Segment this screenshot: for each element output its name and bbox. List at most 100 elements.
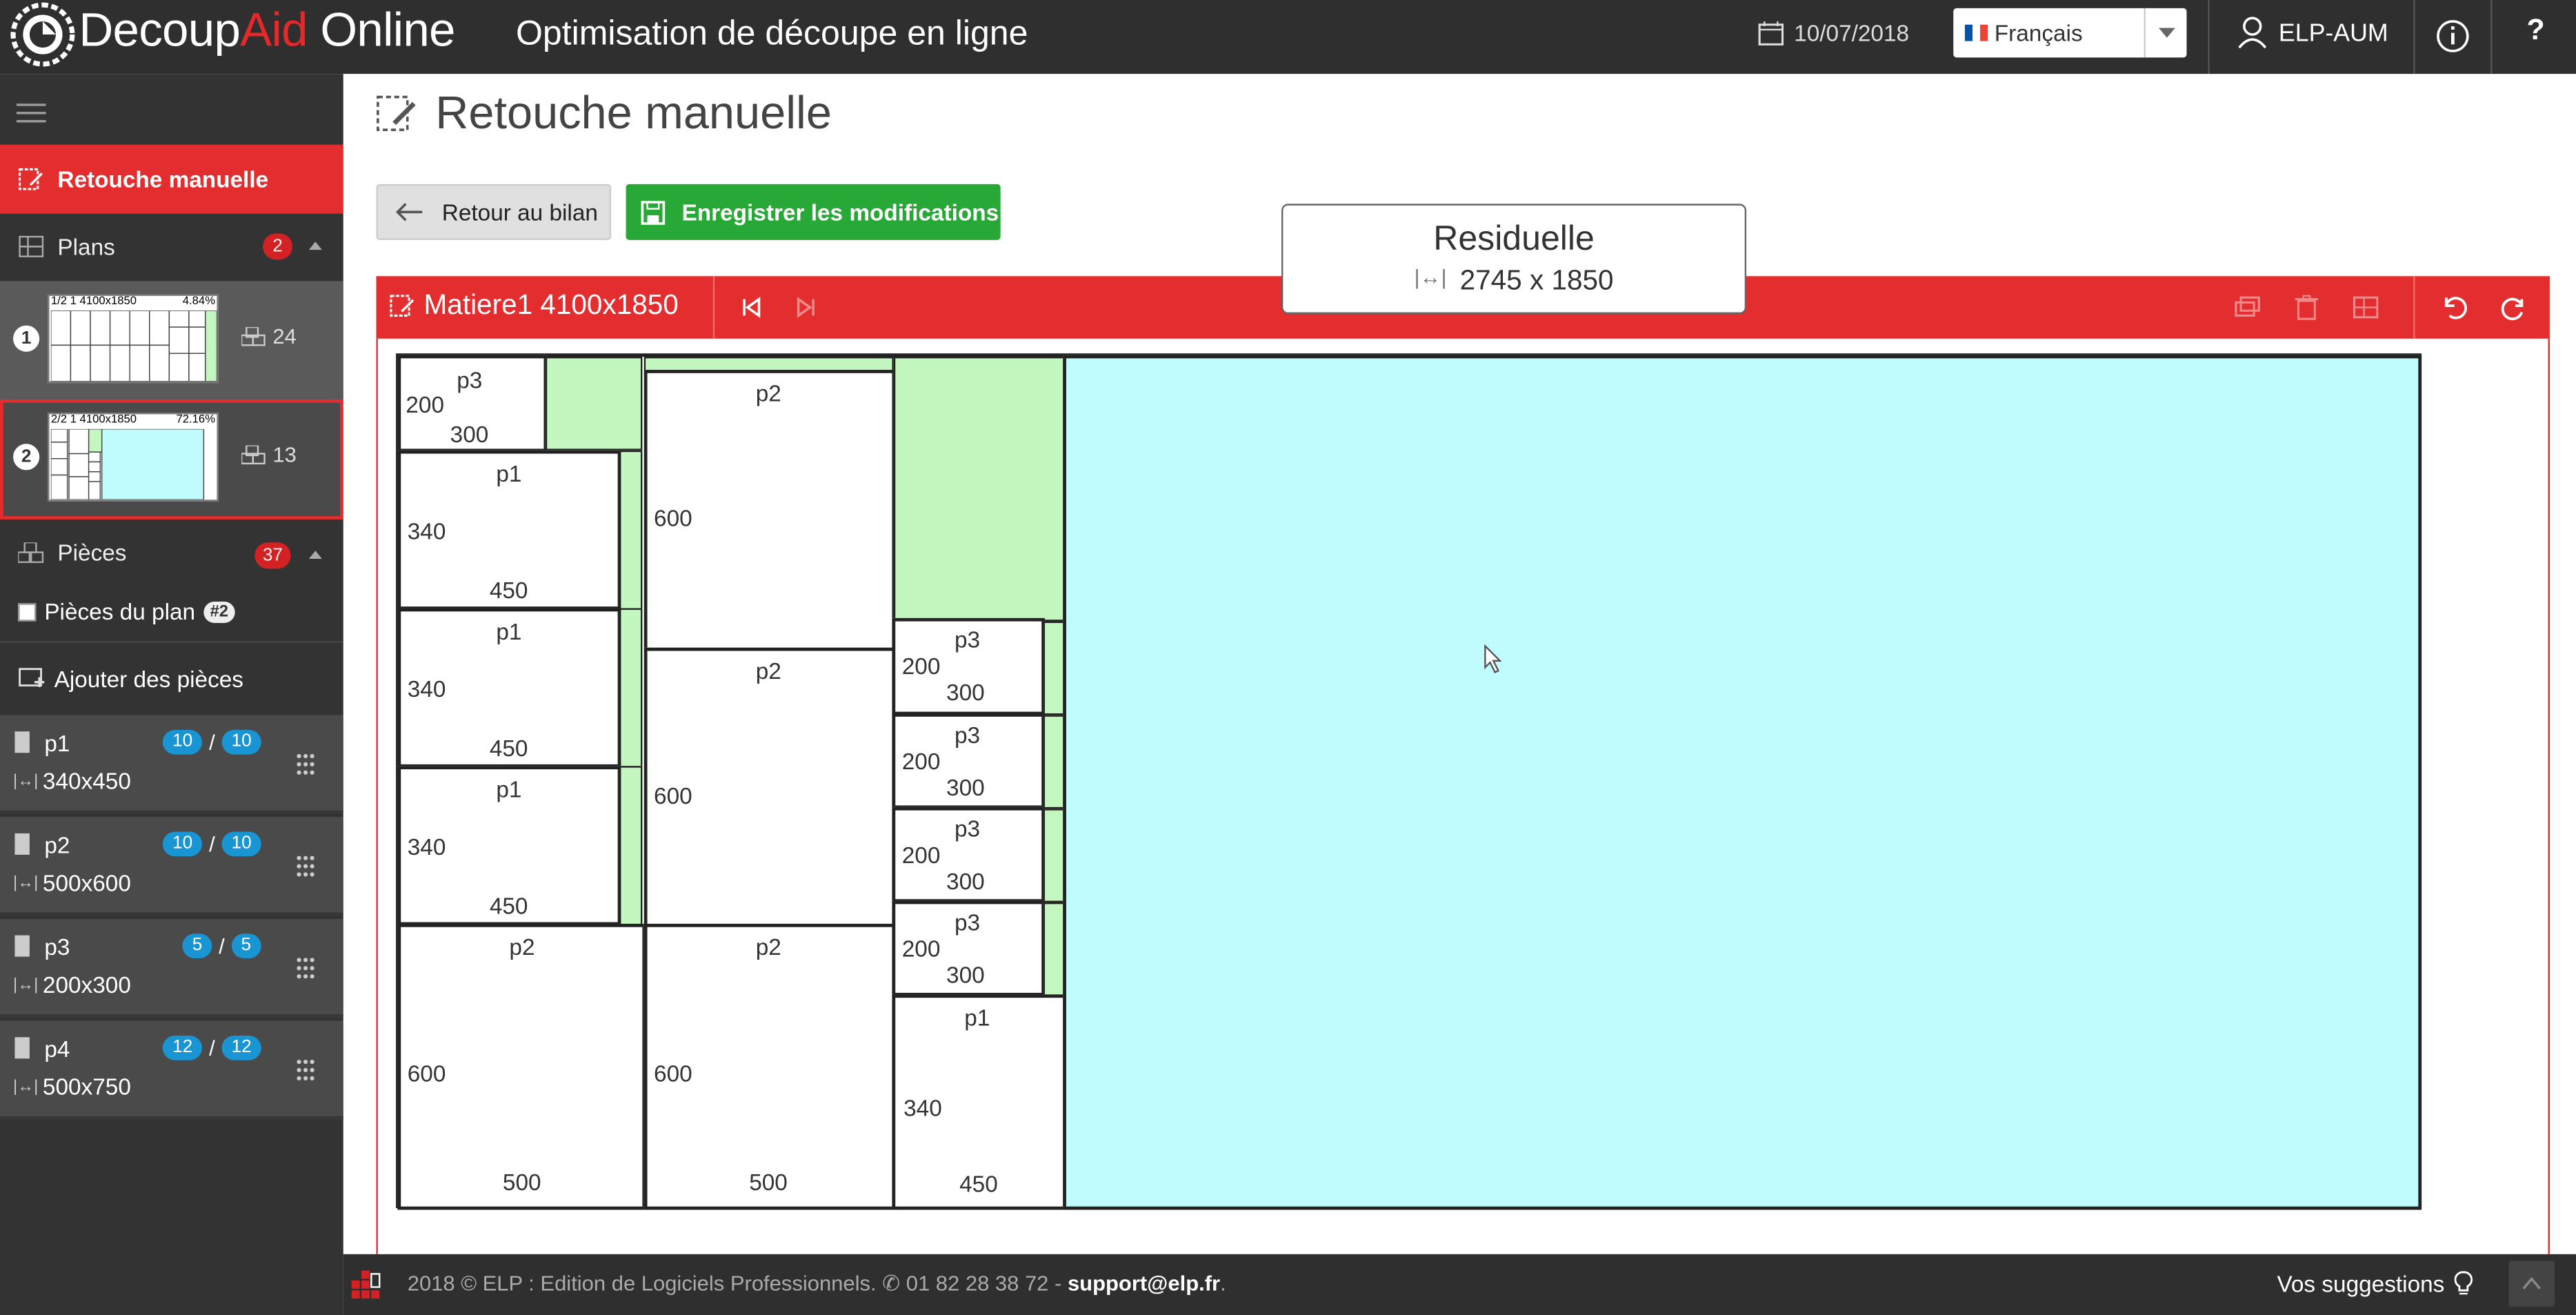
chevron-down-icon[interactable] xyxy=(2144,8,2187,58)
plan-thumbnail: 1/2 1 4100x1850 4.84% xyxy=(48,294,219,384)
suggestions-link[interactable]: Vos suggestions xyxy=(2277,1271,2473,1297)
info-icon[interactable] xyxy=(2431,14,2474,57)
trash-icon[interactable] xyxy=(2292,293,2322,322)
piece-height: 200 xyxy=(901,841,941,868)
material-title-text: Matiere1 4100x1850 xyxy=(423,289,679,321)
plan-pieces-checkbox[interactable] xyxy=(18,602,37,621)
cut-piece-p2[interactable]: p2 600 500 xyxy=(643,923,896,1210)
first-material-icon[interactable] xyxy=(736,293,766,322)
cut-piece-p3[interactable]: p3 200 300 xyxy=(892,807,1045,902)
cut-piece-p2[interactable]: p2 600 500 xyxy=(397,923,646,1210)
save-button[interactable]: Enregistrer les modifications xyxy=(626,184,1001,240)
plan-card-1[interactable]: 1 1/2 1 4100x1850 4.84% 24 xyxy=(0,281,343,402)
back-button-label: Retour au bilan xyxy=(441,199,598,226)
cut-piece-p2[interactable]: p2 600 xyxy=(643,647,896,927)
cutting-board: p3 200 300 p1 340 450 p1 340 450 p1 340 … xyxy=(396,353,2422,1210)
user-menu[interactable]: ELP-AUM xyxy=(2237,17,2388,50)
placed-badge: 10 xyxy=(162,831,203,857)
piece-item-p1[interactable]: p1 10/10 |↔| 340x450 xyxy=(0,715,343,814)
cutting-canvas: p3 200 300 p1 340 450 p1 340 450 p1 340 … xyxy=(376,338,2550,1254)
piece-icon xyxy=(14,731,30,753)
header-divider xyxy=(2208,0,2210,75)
piece-label: p3 xyxy=(954,815,981,842)
rotate-layout-icon[interactable] xyxy=(2351,293,2381,322)
pieces-section-header[interactable]: Pièces 37 xyxy=(0,520,343,585)
scrap-area xyxy=(1043,621,1065,715)
piece-width: 300 xyxy=(946,867,985,895)
material-title: Matiere1 4100x1850 xyxy=(390,289,679,322)
slash: / xyxy=(209,729,215,755)
piece-height: 200 xyxy=(406,391,445,418)
add-pieces-icon xyxy=(19,667,45,686)
pieces-label: Pièces xyxy=(57,539,127,566)
drag-handle-icon[interactable] xyxy=(296,855,316,878)
date-display: 10/07/2018 xyxy=(1758,20,1909,46)
scrap-area xyxy=(545,357,643,451)
footer: 2018 © ELP : Edition de Logiciels Profes… xyxy=(343,1254,2576,1315)
last-material-icon[interactable] xyxy=(792,293,821,322)
piece-width: 450 xyxy=(489,892,528,919)
refresh-icon[interactable] xyxy=(2499,293,2528,322)
collapse-icon[interactable] xyxy=(308,241,322,250)
plan-pieces-filter[interactable]: Pièces du plan #2 xyxy=(18,598,235,625)
phone-icon: ✆ xyxy=(882,1270,906,1296)
language-value: Français xyxy=(1994,19,2083,46)
brand-name[interactable]: DecoupAid Online xyxy=(79,5,455,59)
plan-card-2[interactable]: 2 2/2 1 4100x1850 72.16% 13 xyxy=(0,399,343,520)
piece-item-p4[interactable]: p4 12/12 |↔| 500x750 xyxy=(0,1020,343,1120)
cut-piece-p3[interactable]: p3 200 300 xyxy=(892,617,1045,715)
plan-number: 2 xyxy=(13,444,40,471)
piece-width: 450 xyxy=(489,734,528,762)
cut-piece-p3[interactable]: p3 200 300 xyxy=(397,355,548,453)
drag-handle-icon[interactable] xyxy=(296,957,316,980)
scroll-top-button[interactable] xyxy=(2508,1260,2555,1307)
scrap-area xyxy=(619,450,643,610)
piece-name: p1 xyxy=(44,729,70,756)
brand-online: Online xyxy=(307,5,455,58)
piece-height: 600 xyxy=(654,782,692,809)
brand-decoup: Decoup xyxy=(79,5,241,58)
support-email-link[interactable]: support@elp.fr xyxy=(1068,1271,1220,1296)
piece-quantity: 12/12 xyxy=(162,1035,262,1060)
plans-section-header[interactable]: Plans 2 xyxy=(0,214,343,279)
dimensions-icon: |↔| xyxy=(13,874,39,893)
residual-area[interactable] xyxy=(1063,355,2422,1210)
piece-dimensions: 500x600 xyxy=(42,869,131,896)
piece-item-p3[interactable]: p3 5/5 |↔| 200x300 xyxy=(0,918,343,1018)
cut-piece-p1[interactable]: p1 340 450 xyxy=(397,450,621,610)
brand-aid: Aid xyxy=(240,5,308,58)
slash: / xyxy=(219,933,225,958)
cut-piece-p1[interactable]: p1 340 450 xyxy=(397,766,621,926)
plan-pieces-label: Pièces du plan xyxy=(44,598,196,625)
scrap-area xyxy=(1043,715,1065,809)
plan-count-value: 24 xyxy=(272,324,297,349)
plan-thumbnail: 2/2 1 4100x1850 72.16% xyxy=(48,413,219,502)
collapse-icon[interactable] xyxy=(308,551,322,560)
help-button[interactable]: ? xyxy=(2527,13,2545,48)
cut-piece-p3[interactable]: p3 200 300 xyxy=(892,900,1045,996)
hamburger-menu-icon[interactable] xyxy=(16,103,46,123)
sidebar-item-retouche-manuelle[interactable]: Retouche manuelle xyxy=(0,144,343,214)
piece-item-p2[interactable]: p2 10/10 |↔| 500x600 xyxy=(0,817,343,916)
cut-piece-p1[interactable]: p1 340 450 xyxy=(397,608,621,768)
undo-icon[interactable] xyxy=(2439,293,2469,322)
language-select[interactable]: Français xyxy=(1953,8,2187,58)
duplicate-icon[interactable] xyxy=(2233,293,2262,322)
phone-number: 01 82 28 38 72 - xyxy=(906,1270,1068,1296)
user-icon xyxy=(2238,17,2267,49)
cut-piece-p2[interactable]: p2 600 xyxy=(643,370,896,651)
placed-badge: 10 xyxy=(162,729,203,755)
user-name: ELP-AUM xyxy=(2278,19,2388,47)
cut-piece-p1[interactable]: p1 340 450 xyxy=(892,994,1066,1210)
back-button[interactable]: Retour au bilan xyxy=(376,184,612,240)
scrap-area xyxy=(1043,809,1065,902)
drag-handle-icon[interactable] xyxy=(296,753,316,775)
plan-piece-count: 13 xyxy=(241,442,297,467)
piece-label: p3 xyxy=(457,366,483,393)
cut-piece-p3[interactable]: p3 200 300 xyxy=(892,713,1045,809)
drag-handle-icon[interactable] xyxy=(296,1058,316,1081)
thumb-label: 1/2 1 4100x1850 xyxy=(50,295,137,308)
toolbar-divider xyxy=(2413,276,2415,339)
add-pieces-button[interactable]: Ajouter des pièces xyxy=(0,641,343,713)
plan-badge: #2 xyxy=(203,600,235,622)
